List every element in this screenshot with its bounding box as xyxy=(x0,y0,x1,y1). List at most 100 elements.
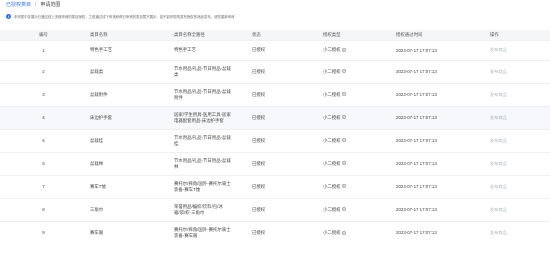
table-row: 9 赛车服 赛托尔/摔角/国外-赛托尔骑士 装备-赛车服 已授权 小二授权? 20… xyxy=(0,220,550,244)
row-auth-type: 小二授权? xyxy=(320,197,393,221)
table-header-row: 编号 类目名称 类目名称全路径 状态 授权类型 授权通过时间 操作 xyxy=(0,30,550,40)
publish-product-link[interactable]: 发布商品 xyxy=(490,184,507,189)
row-action: 发布商品 xyxy=(487,151,550,175)
row-status: 已授权 xyxy=(249,105,320,129)
row-category-path: 荣誉用品/编织/饮料/包/冰 箱/袋/织-三角巾 xyxy=(171,197,249,221)
table-row: 3 盆栽附件 节水用品/礼品-节日用品-盆栽 附件 已授权 小二授权? 2023-… xyxy=(0,82,550,106)
table-row: 5 盆栽桂 节水用品/礼品-节日用品-盆栽桂 已授权 小二授权? 2023-07… xyxy=(0,128,550,152)
row-auth-time: 2023-07-17 17:07:13 xyxy=(393,105,487,129)
header-category-name: 类目名称 xyxy=(87,30,171,40)
table-row: 1 特色手工艺 特色手工艺 已授权 小二授权? 2023-07-17 17:07… xyxy=(0,39,550,60)
row-auth-type: 小二授权? xyxy=(320,151,393,175)
row-auth-time: 2023-07-17 17:07:13 xyxy=(393,197,487,221)
breadcrumb-parent-link[interactable]: 已授权类目 xyxy=(6,1,31,8)
row-auth-time: 2023-07-17 17:07:13 xyxy=(393,128,487,152)
row-auth-time: 2023-07-17 17:07:13 xyxy=(393,59,487,83)
table-row: 2 盆栽类 节水用品/礼品-节日用品-盆栽类 已授权 小二授权? 2023-07… xyxy=(0,59,550,83)
row-auth-type: 小二授权? xyxy=(320,128,393,152)
breadcrumb-separator: / xyxy=(35,1,37,8)
row-action: 发布商品 xyxy=(487,105,550,129)
row-action: 发布商品 xyxy=(487,39,550,60)
row-category-path: 赛托尔/摔角/国外-赛托尔骑士 装备-赛车T恤 xyxy=(171,174,249,198)
question-icon[interactable]: ? xyxy=(341,115,346,120)
table-row: 4 床边护手套 居家/学生用具-医用工具-居家 电器配套用品-床边护手套 已授权 … xyxy=(0,105,550,129)
row-category-name: 盆栽林 xyxy=(87,151,171,175)
row-auth-time: 2023-07-17 17:07:13 xyxy=(393,220,487,244)
row-index: 3 xyxy=(0,82,87,106)
row-action: 发布商品 xyxy=(487,174,550,198)
row-auth-time: 2023-07-17 17:07:13 xyxy=(393,39,487,60)
row-auth-time: 2023-07-17 17:07:13 xyxy=(393,174,487,198)
row-category-name: 三角巾 xyxy=(87,197,171,221)
row-index: 6 xyxy=(0,151,87,175)
row-index: 1 xyxy=(0,39,87,60)
question-icon[interactable]: ? xyxy=(341,47,346,52)
row-index: 4 xyxy=(0,105,87,129)
table-row: 6 盆栽林 节水用品/礼品-节日用品-盆栽林 已授权 小二授权? 2023-07… xyxy=(0,151,550,175)
question-icon[interactable]: ? xyxy=(341,161,346,166)
row-auth-type: 小二授权? xyxy=(320,174,393,198)
info-icon: i xyxy=(6,14,11,19)
row-index: 8 xyxy=(0,197,87,221)
row-category-path: 节水用品/礼品-节日用品-盆栽 附件 xyxy=(171,82,249,106)
row-category-name: 盆栽类 xyxy=(87,59,171,83)
row-action: 发布商品 xyxy=(487,220,550,244)
row-auth-type: 小二授权? xyxy=(320,105,393,129)
row-category-name: 床边护手套 xyxy=(87,105,171,129)
row-index: 9 xyxy=(0,220,87,244)
row-action: 发布商品 xyxy=(487,82,550,106)
row-status: 已授权 xyxy=(249,174,320,198)
publish-product-link[interactable]: 发布商品 xyxy=(490,161,507,166)
row-index: 2 xyxy=(0,59,87,83)
row-status: 已授权 xyxy=(249,82,320,106)
table-row: 8 三角巾 荣誉用品/编织/饮料/包/冰 箱/袋/织-三角巾 已授权 小二授权? … xyxy=(0,197,550,221)
row-category-path: 节水用品/礼品-节日用品-盆栽类 xyxy=(171,59,249,83)
notice-text: 本列表中仅展示已通过线上流程申请的类目授权，之前通过线下申请获得已申请的类目暂不… xyxy=(14,15,235,19)
publish-product-link[interactable]: 发布商品 xyxy=(490,138,507,143)
row-auth-type: 小二授权? xyxy=(320,220,393,244)
category-table: 编号 类目名称 类目名称全路径 状态 授权类型 授权通过时间 操作 1 特色手工… xyxy=(0,30,550,244)
publish-product-link[interactable]: 发布商品 xyxy=(490,69,507,74)
publish-product-link[interactable]: 发布商品 xyxy=(490,115,507,120)
publish-product-link[interactable]: 发布商品 xyxy=(490,47,507,52)
header-status: 状态 xyxy=(249,30,320,40)
row-action: 发布商品 xyxy=(487,59,550,83)
publish-product-link[interactable]: 发布商品 xyxy=(490,92,507,97)
row-category-name: 盆栽附件 xyxy=(87,82,171,106)
row-category-path: 节水用品/礼品-节日用品-盆栽桂 xyxy=(171,128,249,152)
question-icon[interactable]: ? xyxy=(341,138,346,143)
row-category-name: 赛车T恤 xyxy=(87,174,171,198)
row-index: 5 xyxy=(0,128,87,152)
row-category-name: 盆栽桂 xyxy=(87,128,171,152)
question-icon[interactable]: ? xyxy=(341,207,346,212)
row-category-path: 赛托尔/摔角/国外-赛托尔骑士 装备-赛车服 xyxy=(171,220,249,244)
row-status: 已授权 xyxy=(249,220,320,244)
row-status: 已授权 xyxy=(249,39,320,60)
header-category-path: 类目名称全路径 xyxy=(171,30,249,40)
breadcrumb-current: 申请范围 xyxy=(40,2,61,8)
row-auth-type: 小二授权? xyxy=(320,39,393,60)
row-auth-time: 2023-07-17 17:07:13 xyxy=(393,82,487,106)
question-icon[interactable]: ? xyxy=(341,230,346,235)
question-icon[interactable]: ? xyxy=(341,69,346,74)
row-index: 7 xyxy=(0,174,87,198)
row-category-path: 节水用品/礼品-节日用品-盆栽林 xyxy=(171,151,249,175)
breadcrumb: 已授权类目 / 申请范围 xyxy=(6,1,61,9)
row-status: 已授权 xyxy=(249,197,320,221)
publish-product-link[interactable]: 发布商品 xyxy=(490,207,507,212)
publish-product-link[interactable]: 发布商品 xyxy=(490,230,507,235)
row-status: 已授权 xyxy=(249,59,320,83)
header-action: 操作 xyxy=(487,30,550,40)
header-auth-type: 授权类型 xyxy=(320,30,393,40)
question-icon[interactable]: ? xyxy=(341,92,346,97)
row-auth-time: 2023-07-17 17:07:13 xyxy=(393,151,487,175)
notice-banner: i 本列表中仅展示已通过线上流程申请的类目授权，之前通过线下申请获得已申请的类目… xyxy=(6,12,234,21)
header-index: 编号 xyxy=(0,30,87,40)
row-auth-type: 小二授权? xyxy=(320,59,393,83)
row-category-name: 赛车服 xyxy=(87,220,171,244)
row-category-path: 特色手工艺 xyxy=(171,39,249,60)
row-action: 发布商品 xyxy=(487,128,550,152)
question-icon[interactable]: ? xyxy=(341,184,346,189)
row-status: 已授权 xyxy=(249,151,320,175)
header-auth-time: 授权通过时间 xyxy=(393,30,487,40)
